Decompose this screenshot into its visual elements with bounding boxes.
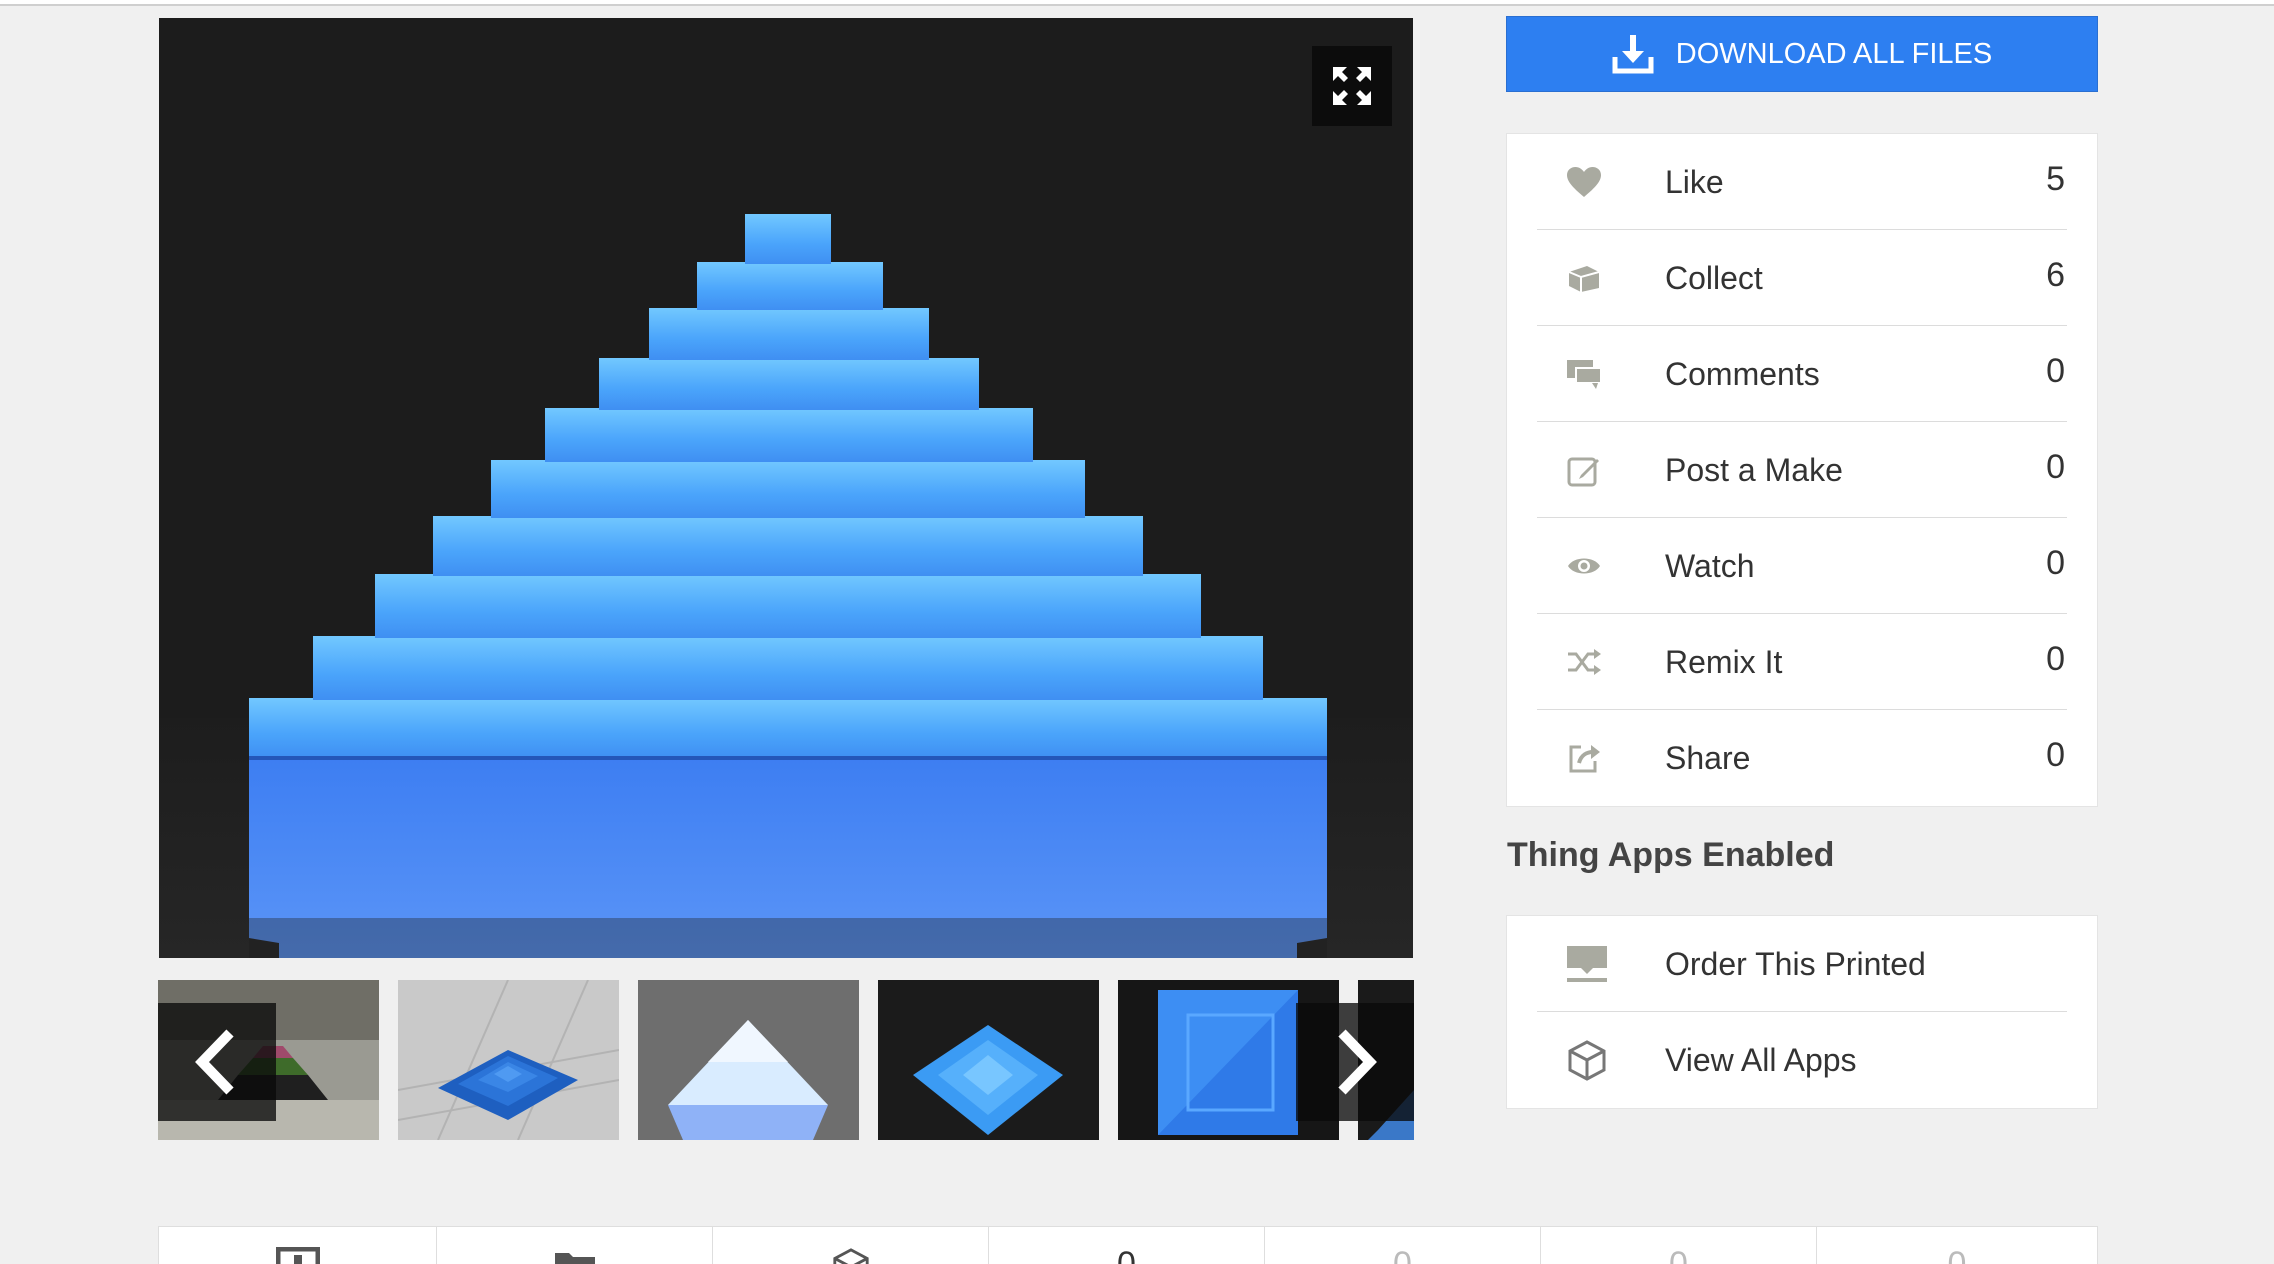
download-label: DOWNLOAD ALL FILES [1675, 37, 1993, 70]
thing-tab-bar: 0 0 0 0 [158, 1226, 2098, 1264]
chevron-right-icon [1338, 1029, 1377, 1095]
cube-icon [1565, 1040, 1609, 1081]
thumbs-next-button[interactable] [1296, 1003, 1414, 1121]
stat-post-a-make[interactable]: Post a Make 0 [1537, 422, 2067, 518]
thing-info-icon [275, 1247, 320, 1264]
printer-icon [1565, 946, 1609, 982]
tab-count-1[interactable]: 0 [989, 1227, 1265, 1264]
tab-count-3-value: 0 [1669, 1245, 1688, 1264]
thumb-pyramid-top-view[interactable] [878, 980, 1099, 1140]
thumb-render-pyramid-grid[interactable] [398, 980, 619, 1140]
tab-thing-info[interactable] [159, 1227, 437, 1264]
stat-collect[interactable]: Collect 6 [1537, 230, 2067, 326]
fullscreen-button[interactable] [1312, 46, 1392, 126]
stat-post-a-make-count: 0 [2046, 448, 2065, 486]
apps-heading: Thing Apps Enabled [1507, 836, 1835, 874]
stat-share-label: Share [1665, 740, 1751, 776]
tab-count-3[interactable]: 0 [1541, 1227, 1817, 1264]
stat-comments[interactable]: Comments 0 [1537, 326, 2067, 422]
tab-count-4[interactable]: 0 [1817, 1227, 2097, 1264]
thumbnail-strip [158, 980, 1414, 1140]
top-divider [0, 0, 2274, 6]
tab-count-2-value: 0 [1393, 1245, 1412, 1264]
folder-icon [554, 1253, 595, 1264]
cube-icon [832, 1248, 869, 1264]
tab-count-2[interactable]: 0 [1265, 1227, 1541, 1264]
collect-stack-icon [1565, 260, 1603, 296]
main-image-viewer[interactable] [159, 18, 1413, 958]
stat-comments-label: Comments [1665, 356, 1820, 392]
tab-count-1-value: 0 [1117, 1245, 1136, 1264]
stat-watch-label: Watch [1665, 548, 1755, 584]
stat-post-a-make-label: Post a Make [1665, 452, 1843, 488]
stat-collect-count: 6 [2046, 256, 2065, 294]
chevron-left-icon [195, 1029, 234, 1095]
expand-arrows-icon [1333, 67, 1371, 105]
stat-comments-count: 0 [2046, 352, 2065, 390]
download-all-files-button[interactable]: DOWNLOAD ALL FILES [1506, 16, 2098, 92]
comment-bubble-icon [1565, 356, 1603, 392]
download-tray-icon [1612, 33, 1654, 75]
app-view-all-apps[interactable]: View All Apps [1537, 1012, 2067, 1108]
tab-files[interactable] [437, 1227, 713, 1264]
apps-panel: Order This Printed View All Apps [1506, 915, 2098, 1109]
thumbs-prev-button[interactable] [158, 1003, 276, 1121]
app-order-this-printed[interactable]: Order This Printed [1537, 916, 2067, 1012]
app-view-all-apps-label: View All Apps [1665, 1042, 1857, 1078]
stat-like[interactable]: Like 5 [1537, 134, 2067, 230]
stepped-pyramid-render [159, 18, 1413, 958]
pencil-edit-icon [1565, 452, 1603, 488]
stat-like-count: 5 [2046, 160, 2065, 198]
stat-share-count: 0 [2046, 736, 2065, 774]
stat-watch-count: 0 [2046, 544, 2065, 582]
stat-remix-it-count: 0 [2046, 640, 2065, 678]
stat-share[interactable]: Share 0 [1537, 710, 2067, 806]
app-order-this-printed-label: Order This Printed [1665, 946, 1926, 982]
heart-icon [1565, 164, 1603, 200]
shuffle-icon [1565, 644, 1603, 680]
stat-like-label: Like [1665, 164, 1724, 200]
stat-watch[interactable]: Watch 0 [1537, 518, 2067, 614]
stat-collect-label: Collect [1665, 260, 1763, 296]
eye-icon [1565, 548, 1603, 584]
stat-remix-it-label: Remix It [1665, 644, 1783, 680]
stats-panel: Like 5 Collect 6 Comments 0 Post a Make … [1506, 133, 2098, 807]
tab-count-4-value: 0 [1947, 1245, 1967, 1264]
tab-3d-view[interactable] [713, 1227, 989, 1264]
stat-remix-it[interactable]: Remix It 0 [1537, 614, 2067, 710]
share-arrow-icon [1565, 740, 1603, 776]
thumb-pyramid-light[interactable] [638, 980, 859, 1140]
